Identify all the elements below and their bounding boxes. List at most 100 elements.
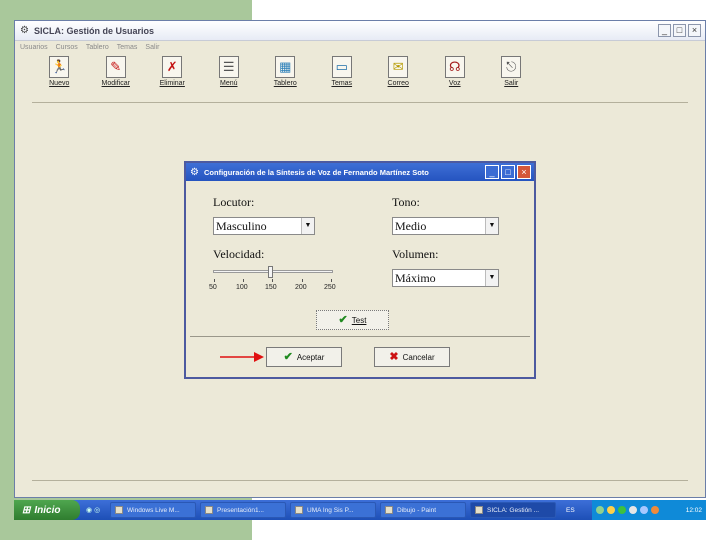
toolbar-button-tablero[interactable]: ▦ Tablero <box>257 56 314 87</box>
taskbar-item[interactable]: UMA Ing Sis P... <box>290 502 376 518</box>
windows-logo-icon: ⊞ <box>22 504 31 516</box>
page: ⚙ SICLA: Gestión de Usuarios _ □ × Usuar… <box>0 0 720 540</box>
velocidad-slider-track[interactable] <box>213 270 333 273</box>
system-tray: 12:02 <box>592 500 706 520</box>
toolbar-button-nuevo[interactable]: 🏃 Nuevo <box>31 56 88 87</box>
quick-launch-icon[interactable]: ◎ <box>94 506 100 514</box>
taskbar-item[interactable]: Dibujo - Paint <box>380 502 466 518</box>
edit-user-icon: ✎ <box>105 56 126 78</box>
dialog-maximize-icon[interactable]: □ <box>501 165 515 179</box>
toolbar-label: Modificar <box>101 80 130 87</box>
minimize-icon[interactable]: _ <box>658 24 671 37</box>
task-label: Dibujo - Paint <box>397 506 437 514</box>
dialog-divider <box>190 336 530 337</box>
dialog-app-icon: ⚙ <box>190 166 199 178</box>
toolbar-button-voz[interactable]: ☊ Voz <box>427 56 484 87</box>
velocidad-slider-thumb[interactable] <box>267 266 273 278</box>
accept-button[interactable]: ✔ Aceptar <box>266 347 342 367</box>
toolbar-button-modificar[interactable]: ✎ Modificar <box>88 56 145 87</box>
toolbar-label: Voz <box>448 80 461 87</box>
top-divider <box>32 102 688 103</box>
menu-usuarios[interactable]: Usuarios <box>20 44 48 51</box>
tray-icon[interactable] <box>596 506 604 514</box>
toolbar-label: Menú <box>219 80 238 87</box>
toolbar-label: Tablero <box>273 80 297 87</box>
locutor-select[interactable]: Masculino ▼ <box>213 217 315 235</box>
window-controls: _ □ × <box>658 24 701 37</box>
task-app-icon <box>385 506 393 514</box>
delete-user-icon: ✗ <box>162 56 183 78</box>
exit-door-icon: ⎋ <box>501 56 522 78</box>
dialog-minimize-icon[interactable]: _ <box>485 165 499 179</box>
toolbar: 🏃 Nuevo ✎ Modificar ✗ Eliminar ☰ Menú ▦ … <box>15 54 705 104</box>
slider-tick-label: 50 <box>209 284 217 291</box>
tray-icon[interactable] <box>618 506 626 514</box>
toolbar-button-eliminar[interactable]: ✗ Eliminar <box>144 56 201 87</box>
locutor-label: Locutor: <box>213 195 255 209</box>
dialog-title: Configuración de la Síntesis de Voz de F… <box>204 167 429 177</box>
toolbar-button-salir[interactable]: ⎋ Salir <box>483 56 540 87</box>
app-icon: ⚙ <box>20 25 29 36</box>
task-label: SICLA: Gestión ... <box>487 506 540 514</box>
volumen-label: Volumen: <box>392 247 439 261</box>
maximize-icon[interactable]: □ <box>673 24 686 37</box>
toolbar-label: Salir <box>504 80 519 87</box>
task-app-icon <box>205 506 213 514</box>
topics-icon: ▭ <box>331 56 352 78</box>
tray-icon[interactable] <box>640 506 648 514</box>
clock: 12:02 <box>685 506 702 514</box>
chevron-down-icon[interactable]: ▼ <box>485 218 498 234</box>
tono-label: Tono: <box>392 195 420 209</box>
test-button[interactable]: ✔ Test <box>316 310 389 330</box>
cancel-button[interactable]: ✖ Cancelar <box>374 347 450 367</box>
slider-tick <box>243 279 244 282</box>
close-icon[interactable]: × <box>688 24 701 37</box>
task-label: Windows Live M... <box>127 506 180 514</box>
cancel-x-icon: ✖ <box>389 351 399 363</box>
tray-icon[interactable] <box>607 506 615 514</box>
main-titlebar[interactable]: ⚙ SICLA: Gestión de Usuarios _ □ × <box>15 21 705 41</box>
chevron-down-icon[interactable]: ▼ <box>485 270 498 286</box>
menu-cursos[interactable]: Cursos <box>56 44 78 51</box>
slider-tick-label: 250 <box>324 284 336 291</box>
chevron-down-icon[interactable]: ▼ <box>301 218 314 234</box>
task-app-icon <box>475 506 483 514</box>
language-indicator[interactable]: ES <box>566 507 575 514</box>
quick-launch-icon[interactable]: ◉ <box>86 506 92 514</box>
red-arrow-icon <box>220 352 264 362</box>
dialog-close-icon[interactable]: × <box>517 165 531 179</box>
menu-salir[interactable]: Salir <box>145 44 159 51</box>
toolbar-label: Temas <box>331 80 353 87</box>
slider-tick <box>272 279 273 282</box>
dialog-titlebar[interactable]: ⚙ Configuración de la Síntesis de Voz de… <box>186 163 534 181</box>
menu-tablero[interactable]: Tablero <box>86 44 109 51</box>
task-app-icon <box>115 506 123 514</box>
volumen-select[interactable]: Máximo ▼ <box>392 269 499 287</box>
tray-icon[interactable] <box>651 506 659 514</box>
locutor-value: Masculino <box>216 219 267 233</box>
volumen-value: Máximo <box>395 271 436 285</box>
slider-tick <box>331 279 332 282</box>
slider-tick-label: 100 <box>236 284 248 291</box>
bottom-divider <box>32 480 688 481</box>
tray-icon[interactable] <box>629 506 637 514</box>
toolbar-label: Eliminar <box>159 80 185 87</box>
toolbar-label: Nuevo <box>49 80 70 87</box>
tono-select[interactable]: Medio ▼ <box>392 217 499 235</box>
toolbar-button-correo[interactable]: ✉ Correo <box>370 56 427 87</box>
start-button[interactable]: ⊞ Inicio <box>14 500 80 520</box>
toolbar-button-temas[interactable]: ▭ Temas <box>314 56 371 87</box>
taskbar-item-active[interactable]: SICLA: Gestión ... <box>470 502 556 518</box>
menubar: Usuarios Cursos Tablero Temas Salir <box>15 41 705 54</box>
tono-value: Medio <box>395 219 427 233</box>
mail-icon: ✉ <box>388 56 409 78</box>
toolbar-button-menu[interactable]: ☰ Menú <box>201 56 258 87</box>
slider-tick <box>214 279 215 282</box>
taskbar-item[interactable]: Windows Live M... <box>110 502 196 518</box>
slider-tick <box>302 279 303 282</box>
window-title: SICLA: Gestión de Usuarios <box>34 25 155 36</box>
cancel-label: Cancelar <box>402 352 435 362</box>
menu-temas[interactable]: Temas <box>117 44 138 51</box>
slider-tick-label: 200 <box>295 284 307 291</box>
taskbar-item[interactable]: Presentación1... <box>200 502 286 518</box>
